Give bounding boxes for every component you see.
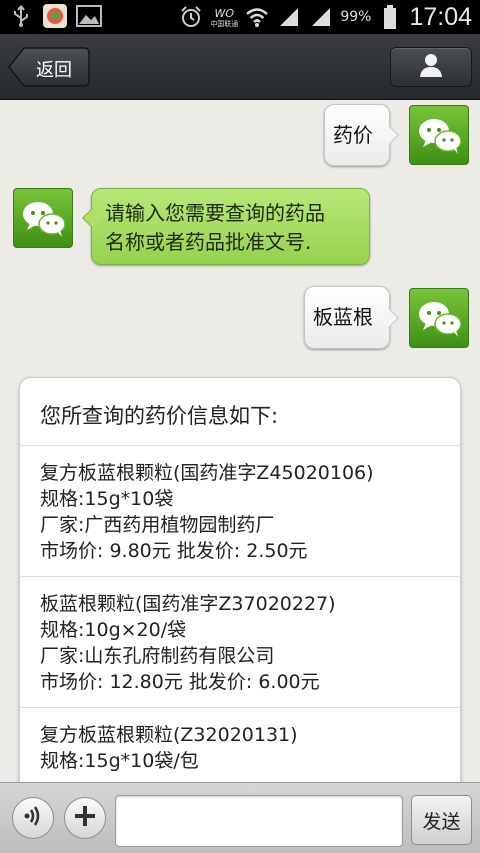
- drug-name: 复方板蓝根颗粒(国药准字Z45020106): [40, 462, 374, 484]
- chat-area[interactable]: 药价 请输入您需要查询的药品 名称或者药品批准文号. 板蓝根 您所查询的药价信息…: [0, 100, 480, 782]
- drug-price-2: 市场价: 12.80元 批发价: 6.00元: [40, 671, 320, 693]
- wifi-icon: [244, 4, 270, 30]
- app-icon: [42, 3, 68, 29]
- message-input[interactable]: [115, 795, 403, 847]
- voice-button[interactable]: [12, 797, 54, 839]
- price-result-card[interactable]: 您所查询的药价信息如下: 复方板蓝根颗粒(国药准字Z45020106) 规格:1…: [19, 377, 461, 782]
- result-title: 您所查询的药价信息如下:: [20, 378, 460, 446]
- person-icon: [418, 52, 444, 82]
- battery-percent: 99%: [340, 9, 372, 25]
- drug-spec: 规格:15g*10袋: [40, 488, 174, 510]
- network-icon: WO 中国联通: [210, 6, 239, 28]
- message-bubble-sent[interactable]: 药价: [324, 104, 399, 166]
- drug-maker: 厂家:广西药用植物园制药厂: [40, 514, 275, 536]
- voice-icon: [20, 803, 46, 833]
- signal-icon-2: [308, 4, 334, 30]
- drug-item-3[interactable]: 复方板蓝根颗粒(Z32020131) 规格:15g*10袋/包: [20, 708, 460, 782]
- drug-name-2: 板蓝根颗粒(国药准字Z37020227): [40, 593, 336, 615]
- usb-icon: [8, 3, 34, 29]
- wechat-avatar-icon-2[interactable]: [409, 288, 469, 348]
- message-text: 药价: [333, 123, 373, 147]
- alarm-icon: [178, 4, 204, 30]
- drug-name-3: 复方板蓝根颗粒(Z32020131): [40, 724, 298, 746]
- input-bar: 发送: [0, 782, 480, 853]
- battery-icon: [377, 4, 403, 30]
- back-label: 返回: [36, 60, 72, 81]
- wechat-avatar-icon[interactable]: [409, 105, 469, 165]
- back-button[interactable]: 返回: [8, 47, 90, 87]
- drug-spec-2: 规格:10g×20/袋: [40, 619, 187, 641]
- plus-button[interactable]: [64, 797, 106, 839]
- message-line-1: 请输入您需要查询的药品: [105, 201, 325, 225]
- send-button[interactable]: 发送: [411, 795, 472, 845]
- drug-price: 市场价: 9.80元 批发价: 2.50元: [40, 540, 308, 562]
- status-bar: WO 中国联通 99% 17:04: [0, 0, 480, 34]
- plus-icon: [72, 803, 98, 833]
- drug-maker-2: 厂家:山东孔府制药有限公司: [40, 645, 275, 667]
- drug-item-2[interactable]: 板蓝根颗粒(国药准字Z37020227) 规格:10g×20/袋 厂家:山东孔府…: [20, 577, 460, 708]
- clock: 17:04: [409, 2, 472, 31]
- drug-spec-3: 规格:15g*10袋/包: [40, 750, 199, 772]
- message-line-2: 名称或者药品批准文号.: [105, 230, 312, 254]
- signal-icon: [276, 4, 302, 30]
- profile-button[interactable]: [390, 47, 472, 87]
- wechat-avatar-icon-bot[interactable]: [13, 188, 73, 248]
- message-text-2: 板蓝根: [313, 305, 373, 329]
- message-bubble-sent-2[interactable]: 板蓝根: [304, 286, 399, 349]
- drug-item[interactable]: 复方板蓝根颗粒(国药准字Z45020106) 规格:15g*10袋 厂家:广西药…: [20, 446, 460, 577]
- title-bar: 返回: [0, 34, 480, 100]
- message-bubble-received[interactable]: 请输入您需要查询的药品 名称或者药品批准文号.: [82, 188, 370, 265]
- picture-icon: [76, 3, 102, 29]
